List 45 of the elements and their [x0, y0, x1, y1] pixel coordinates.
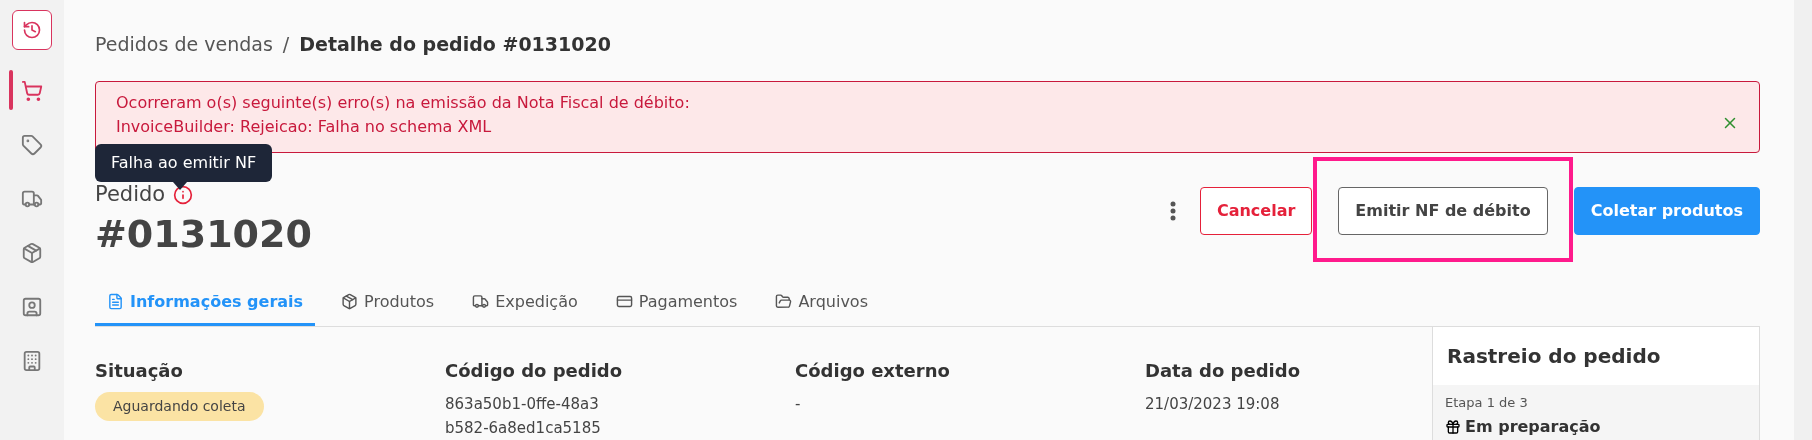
more-button[interactable] [1169, 201, 1176, 221]
truck-icon [21, 188, 43, 210]
order-label: Pedido [95, 181, 166, 208]
box-icon [21, 242, 43, 264]
field-label: Situação [95, 359, 184, 383]
status-badge: Aguardando coleta [95, 392, 264, 421]
tab[interactable]: Pagamentos [603, 280, 750, 326]
info-icon[interactable] [173, 184, 194, 205]
box-icon [341, 293, 359, 310]
panel-title: Rastreio do pedido [1446, 343, 1662, 370]
folder-icon [775, 293, 793, 310]
cart-icon [21, 80, 43, 102]
history-icon [22, 20, 42, 40]
invoice-button[interactable]: Emitir NF de débito [1338, 187, 1548, 235]
breadcrumb-separator: / [282, 32, 290, 57]
field-value: - [795, 394, 802, 415]
tab[interactable]: Arquivos [763, 280, 880, 326]
card-icon [615, 293, 633, 310]
cart-nav-button[interactable] [19, 78, 45, 104]
truck-icon [472, 293, 490, 310]
history-button[interactable] [12, 10, 52, 50]
field-label: Data do pedido [1145, 359, 1302, 383]
breadcrumb-current: Detalhe do pedido #0131020 [299, 32, 611, 57]
tab[interactable]: Produtos [329, 280, 447, 326]
tag-nav-button[interactable] [19, 132, 45, 158]
tooltip-pointer [173, 182, 187, 190]
order-number: #0131020 [95, 210, 312, 258]
status-text: Em preparação [1465, 415, 1601, 438]
field-value: 21/03/2023 19:08 [1145, 394, 1281, 415]
field-label: Código do pedido [445, 359, 624, 383]
document-icon [107, 293, 124, 310]
tab[interactable]: Expedição [460, 280, 590, 326]
error-message: InvoiceBuilder: Rejeicao: Falha no schema XML [116, 115, 493, 137]
gift-icon [1445, 418, 1461, 435]
step-text: Etapa 1 de 3 [1445, 394, 1529, 412]
field-value: 863a50b1-0ffe-48a3 b582-6a8ed1ca5185 [445, 394, 602, 439]
field-label: Código externo [795, 359, 951, 383]
building-icon [21, 350, 43, 372]
breadcrumb-link[interactable]: Pedidos de vendas [95, 30, 273, 59]
more-icon [1169, 201, 1176, 221]
cancel-button[interactable]: Cancelar [1199, 187, 1313, 235]
contact-icon [21, 296, 43, 318]
tag-icon [21, 134, 43, 156]
tooltip: Falha ao emitir NF [95, 144, 273, 182]
error-message: Ocorreram o(s) seguinte(s) erro(s) na emissão da Nota Fiscal de débito: [116, 91, 690, 113]
